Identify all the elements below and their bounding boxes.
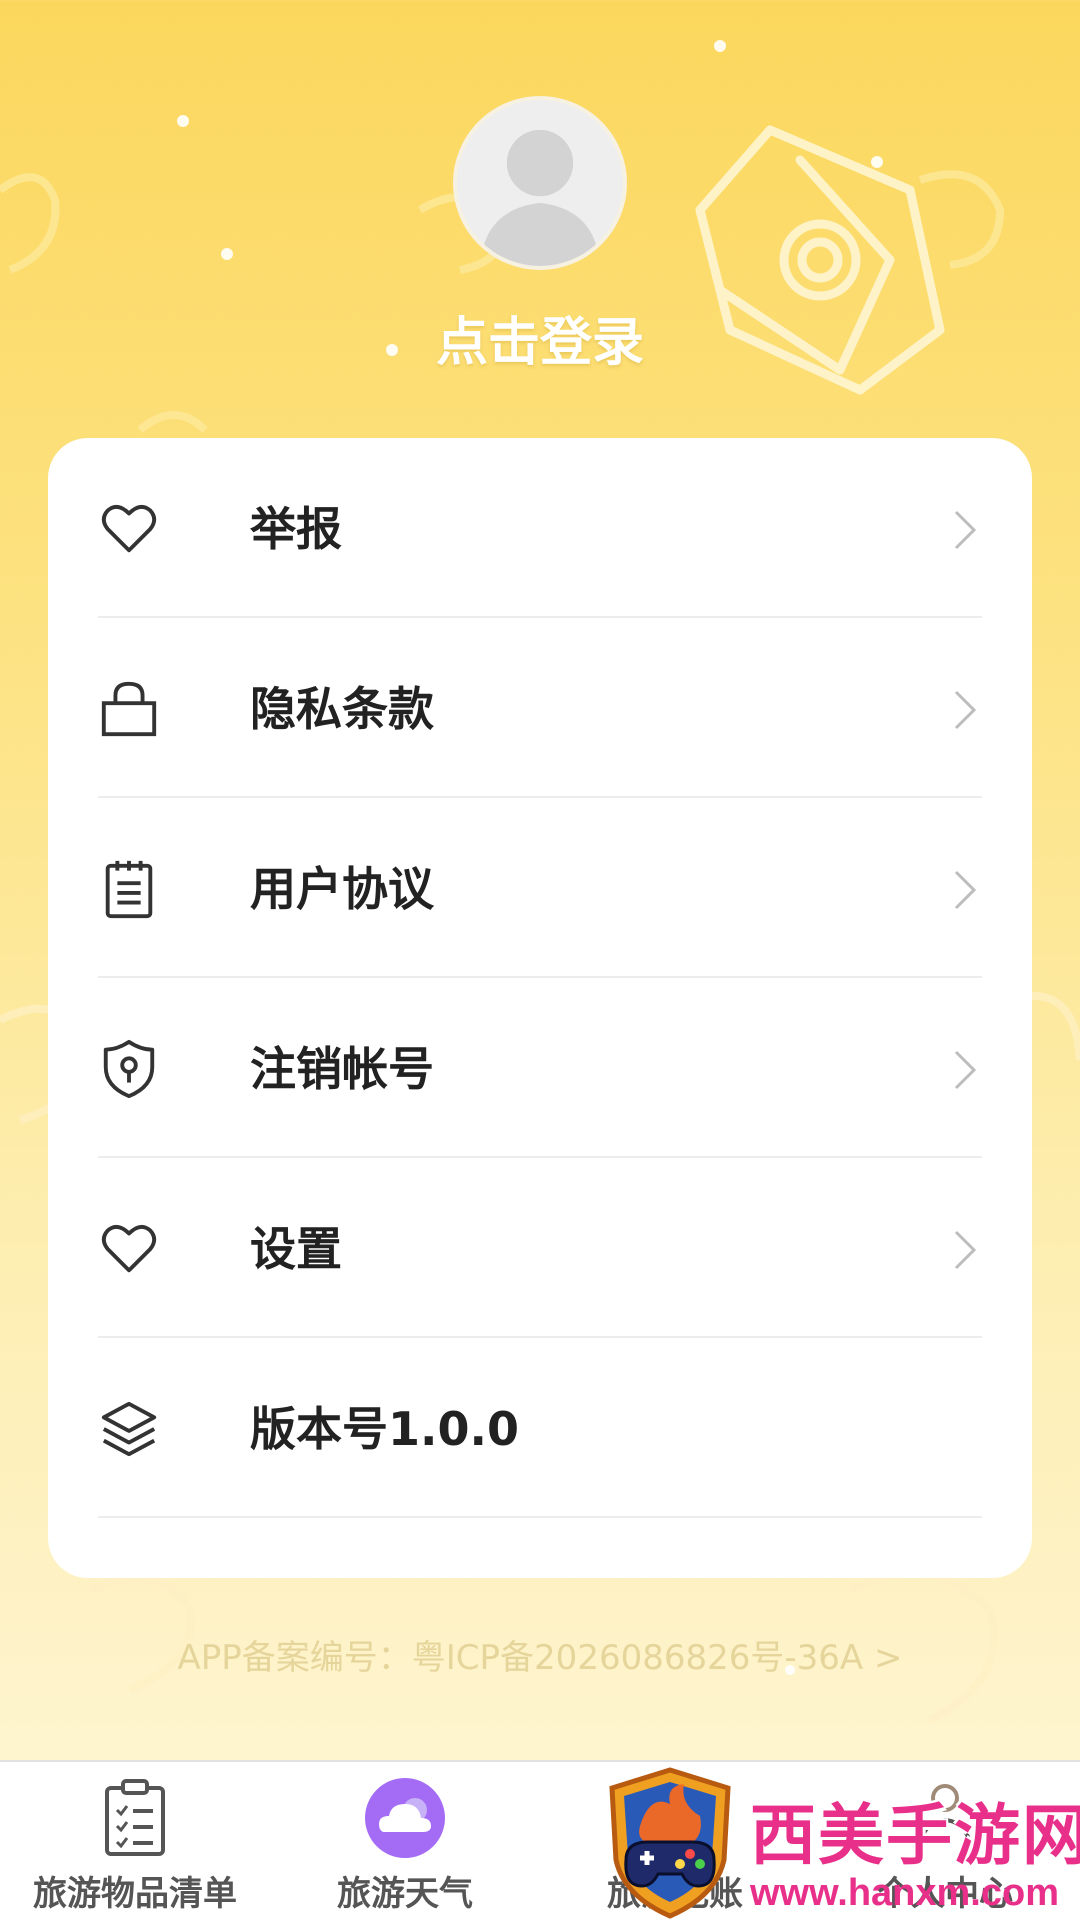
menu-item-label: 注销帐号 xyxy=(250,1042,434,1096)
checklist-icon xyxy=(93,1776,177,1860)
notepad-icon xyxy=(98,858,160,920)
menu-item-label: 设置 xyxy=(250,1222,342,1276)
tab-packing-list[interactable]: 旅游物品清单 xyxy=(0,1762,270,1920)
site-watermark: 西美手游网 www.hanxm.com xyxy=(600,1764,1080,1920)
lock-icon xyxy=(98,678,160,740)
menu-card: 举报 隐私条款 用户协议 注销帐号 设置 版本号1.0.0 xyxy=(48,438,1032,1578)
chevron-right-icon xyxy=(952,688,978,732)
version-label: 版本号1.0.0 xyxy=(250,1402,519,1456)
menu-item-user-agreement[interactable]: 用户协议 xyxy=(98,798,1032,978)
gamepad-shield-logo-icon xyxy=(600,1764,740,1920)
layers-icon xyxy=(98,1398,160,1460)
watermark-title: 西美手游网 xyxy=(750,1797,1080,1874)
watermark-url: www.hanxm.com xyxy=(750,1872,1059,1914)
tab-label: 旅游天气 xyxy=(337,1874,473,1914)
login-link[interactable]: 点击登录 xyxy=(0,300,1080,375)
heart-icon xyxy=(98,498,160,560)
divider xyxy=(98,1516,982,1518)
chevron-right-icon xyxy=(952,1048,978,1092)
menu-item-version: 版本号1.0.0 xyxy=(98,1338,1032,1518)
menu-item-label: 隐私条款 xyxy=(250,682,434,736)
menu-item-settings[interactable]: 设置 xyxy=(98,1158,1032,1338)
tab-label: 旅游物品清单 xyxy=(33,1874,237,1914)
chevron-right-icon xyxy=(952,508,978,552)
icp-record-link[interactable]: APP备案编号：粤ICP备2026086826号-36A > xyxy=(0,1630,1080,1679)
chevron-right-icon xyxy=(952,1228,978,1272)
default-user-icon xyxy=(457,100,623,266)
menu-item-label: 举报 xyxy=(250,502,342,556)
menu-item-delete-account[interactable]: 注销帐号 xyxy=(98,978,1032,1158)
shield-keyhole-icon xyxy=(98,1038,160,1100)
avatar[interactable] xyxy=(453,96,627,270)
tab-weather[interactable]: 旅游天气 xyxy=(270,1762,540,1920)
chevron-right-icon xyxy=(952,868,978,912)
menu-item-privacy[interactable]: 隐私条款 xyxy=(98,618,1032,798)
cloud-weather-icon xyxy=(363,1776,447,1860)
menu-item-report[interactable]: 举报 xyxy=(98,438,1032,618)
heart-icon xyxy=(98,1218,160,1280)
menu-item-label: 用户协议 xyxy=(250,862,434,916)
